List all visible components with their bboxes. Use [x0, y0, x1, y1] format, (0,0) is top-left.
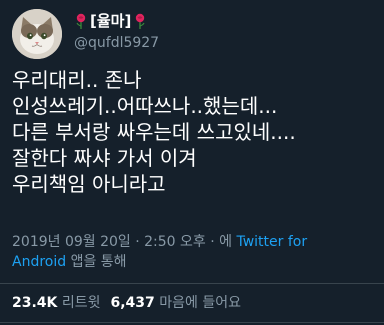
- divider: [0, 322, 384, 323]
- tweet-line: 잘한다 짜샤 가서 이겨: [12, 146, 197, 170]
- display-name: [율마]: [90, 12, 132, 30]
- tweet-line: 인성쓰레기..어따쓰나..했는데...: [12, 94, 278, 118]
- source-link-text: Twitter for: [236, 234, 308, 250]
- tweet-stats: 23.4K 리트윗 6,437 마음에 들어요: [12, 292, 241, 312]
- retweets-count: 23.4K: [12, 295, 58, 311]
- divider: [0, 283, 384, 284]
- display-name-row[interactable]: [율마]: [74, 10, 147, 31]
- tweet-line: 우리대리.. 존나: [12, 68, 142, 92]
- user-handle[interactable]: @qufdl5927: [74, 35, 159, 51]
- avatar[interactable]: [12, 9, 62, 59]
- tweet-line: 우리책임 아니라고: [12, 172, 166, 196]
- tweet-text: 우리대리.. 존나 인성쓰레기..어따쓰나..했는데... 다른 부서랑 싸우는…: [12, 67, 376, 197]
- likes-label: 마음에 들어요: [159, 295, 241, 311]
- timestamp[interactable]: 2019년 09월 20일 · 2:50 오후 · 에: [12, 234, 236, 250]
- likes-count: 6,437: [110, 295, 155, 311]
- tweet-card: [율마] @qufdl5927 우리대리.. 존나 인성쓰레기..어따쓰나..했…: [0, 0, 384, 325]
- cat-avatar-image: [12, 9, 62, 59]
- likes-stat[interactable]: 6,437 마음에 들어요: [110, 295, 240, 311]
- source-link-text: Android: [12, 254, 67, 270]
- source-suffix: 앱을 통해: [66, 254, 127, 270]
- retweets-label: 리트윗: [61, 295, 101, 311]
- rose-icon: [74, 13, 88, 29]
- tweet-line: 다른 부서랑 싸우는데 쓰고있네....: [12, 120, 296, 144]
- tweet-meta: 2019년 09월 20일 · 2:50 오후 · 에 Twitter for A…: [12, 232, 374, 272]
- retweets-stat[interactable]: 23.4K 리트윗: [12, 295, 100, 311]
- rose-icon: [133, 13, 147, 29]
